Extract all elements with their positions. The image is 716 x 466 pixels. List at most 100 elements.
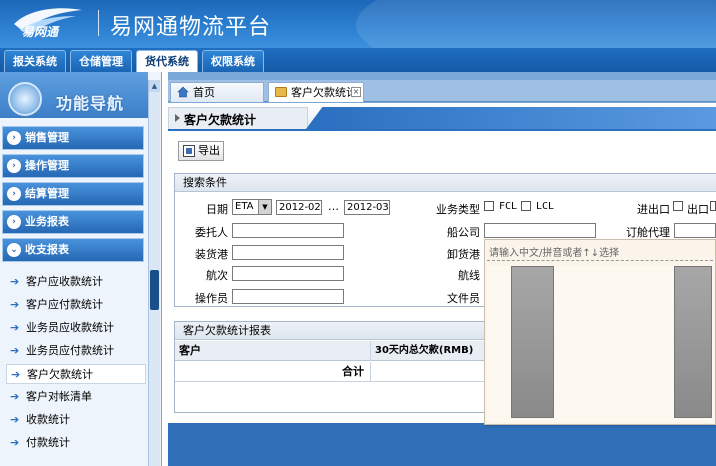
left-nav-panel: 功能导航 › 销售管理 › 操作管理 › 结算管理 › 业务报表 ⌄ 收支报表 … xyxy=(0,72,162,466)
page-title-bar: 客户欠款统计 xyxy=(168,103,716,129)
module-tab-permissions[interactable]: 权限系统 xyxy=(202,50,264,72)
pol-input[interactable] xyxy=(232,245,344,260)
nav-item-label: 收款统计 xyxy=(26,413,70,426)
lcl-checkbox[interactable] xyxy=(521,201,531,211)
menu-group-settlement[interactable]: › 结算管理 xyxy=(2,182,144,206)
col-30days-arrears: 30天内总欠款(RMB) xyxy=(371,341,501,361)
nav-item-label: 业务员应付款统计 xyxy=(26,344,114,357)
nav-item-receipt-stats[interactable]: ➔ 收款统计 xyxy=(6,410,146,430)
obscured-block-left xyxy=(511,266,554,418)
nav-item-label: 客户应收款统计 xyxy=(26,275,103,288)
nav-item-label: 客户欠款统计 xyxy=(27,368,93,381)
nav-title: 功能导航 xyxy=(56,94,125,113)
page-tab-customer-arrears[interactable]: 客户欠款统计 × xyxy=(268,82,364,102)
menu-group-label: 收支报表 xyxy=(25,243,69,256)
document-clerk-label: 文件员 xyxy=(447,292,480,305)
arrow-right-icon: ➔ xyxy=(11,368,21,381)
consignor-input[interactable] xyxy=(232,223,344,238)
nav-item-salesman-payable[interactable]: ➔ 业务员应付款统计 xyxy=(6,341,146,361)
scroll-thumb[interactable] xyxy=(150,270,159,310)
total-row-label: 合计 xyxy=(175,362,371,382)
nav-item-label: 业务员应收款统计 xyxy=(26,321,114,334)
carrier-label: 船公司 xyxy=(447,226,480,239)
booking-agent-label: 订舱代理 xyxy=(626,226,670,239)
fcl-checkbox[interactable] xyxy=(484,201,494,211)
menu-group-label: 结算管理 xyxy=(25,187,69,200)
dropdown-hint: 请输入中文/拼音或者↑↓选择 xyxy=(489,248,620,259)
arrow-right-icon: ➔ xyxy=(10,275,20,288)
export-checkbox[interactable] xyxy=(673,201,683,211)
menu-group-operations[interactable]: › 操作管理 xyxy=(2,154,144,178)
close-icon[interactable]: × xyxy=(351,87,361,97)
carrier-input[interactable] xyxy=(484,223,596,238)
date-to-input[interactable]: 2012-03-1 xyxy=(344,200,390,215)
module-tab-customs[interactable]: 报关系统 xyxy=(4,50,66,72)
content-footer xyxy=(168,423,716,466)
home-icon xyxy=(177,86,189,98)
nav-item-customer-payable[interactable]: ➔ 客户应付款统计 xyxy=(6,295,146,315)
chevron-down-icon: ▼ xyxy=(258,200,271,214)
dropdown-divider xyxy=(487,260,713,261)
menu-group-label: 操作管理 xyxy=(25,159,69,172)
chevron-right-icon: › xyxy=(7,215,21,229)
compass-icon xyxy=(8,82,42,116)
nav-item-customer-receivable[interactable]: ➔ 客户应收款统计 xyxy=(6,272,146,292)
page-tab-home[interactable]: 首页 xyxy=(170,82,264,102)
nav-item-salesman-receivable[interactable]: ➔ 业务员应收款统计 xyxy=(6,318,146,338)
nav-item-customer-arrears[interactable]: ➔ 客户欠款统计 xyxy=(6,364,146,384)
menu-group-biz-reports[interactable]: › 业务报表 xyxy=(2,210,144,234)
date-from-input[interactable]: 2012-02-1 xyxy=(276,200,322,215)
nav-scrollbar[interactable]: ▲ xyxy=(148,80,160,466)
consignor-label: 委托人 xyxy=(195,226,228,239)
arrow-right-icon: ➔ xyxy=(10,321,20,334)
module-tab-forwarding[interactable]: 货代系统 xyxy=(136,50,198,72)
app-header: 易网通 易网通物流平台 xyxy=(0,0,716,48)
pod-label: 卸货港 xyxy=(447,248,480,261)
chevron-right-icon: › xyxy=(7,159,21,173)
arrow-right-icon: ➔ xyxy=(10,413,20,426)
date-label: 日期 xyxy=(206,203,228,216)
title-tab-tail xyxy=(306,107,716,129)
lcl-label: LCL xyxy=(536,201,555,212)
menu-group-label: 销售管理 xyxy=(25,131,69,144)
nav-header: 功能导航 xyxy=(0,72,148,118)
search-section-header: 搜索条件 xyxy=(175,174,716,192)
nav-item-label: 客户应付款统计 xyxy=(26,298,103,311)
menu-group-income-reports[interactable]: ⌄ 收支报表 xyxy=(2,238,144,262)
date-type-value: ETA xyxy=(235,201,254,212)
triangle-right-icon xyxy=(175,114,180,122)
operator-label: 操作员 xyxy=(195,292,228,305)
pol-label: 装货港 xyxy=(195,248,228,261)
date-range-separator: … xyxy=(328,200,339,213)
col-customer: 客户 xyxy=(175,341,371,361)
biz-type-label: 业务类型 xyxy=(436,203,480,216)
arrow-right-icon: ➔ xyxy=(10,390,20,403)
nav-item-label: 客户对帐清单 xyxy=(26,390,92,403)
nav-item-payment-stats[interactable]: ➔ 付款统计 xyxy=(6,433,146,453)
logo-text: 易网通 xyxy=(22,25,59,39)
obscured-block-right xyxy=(674,266,712,418)
menu-group-label: 业务报表 xyxy=(25,215,69,228)
route-label: 航线 xyxy=(458,269,480,282)
nav-item-customer-statement[interactable]: ➔ 客户对帐清单 xyxy=(6,387,146,407)
import-checkbox[interactable] xyxy=(710,201,716,211)
booking-agent-input[interactable] xyxy=(674,223,716,238)
module-tab-bar: 报关系统 仓储管理 货代系统 权限系统 xyxy=(0,48,716,72)
date-type-select[interactable]: ETA ▼ xyxy=(232,199,272,215)
scroll-up-arrow-icon[interactable]: ▲ xyxy=(149,80,160,92)
voyage-input[interactable] xyxy=(232,266,344,281)
arrow-right-icon: ➔ xyxy=(10,344,20,357)
export-icon xyxy=(183,145,195,157)
module-tab-warehouse[interactable]: 仓储管理 xyxy=(70,50,132,72)
chevron-right-icon: › xyxy=(7,131,21,145)
export-button[interactable]: 导出 xyxy=(178,141,224,161)
arrow-right-icon: ➔ xyxy=(10,298,20,311)
chevron-right-icon: › xyxy=(7,187,21,201)
total-row-value xyxy=(371,362,501,382)
platform-title: 易网通物流平台 xyxy=(110,15,272,40)
voyage-label: 航次 xyxy=(206,269,228,282)
operator-input[interactable] xyxy=(232,289,344,304)
page-tab-label: 首页 xyxy=(193,86,215,99)
chevron-down-icon: ⌄ xyxy=(7,243,21,257)
menu-group-sales[interactable]: › 销售管理 xyxy=(2,126,144,150)
